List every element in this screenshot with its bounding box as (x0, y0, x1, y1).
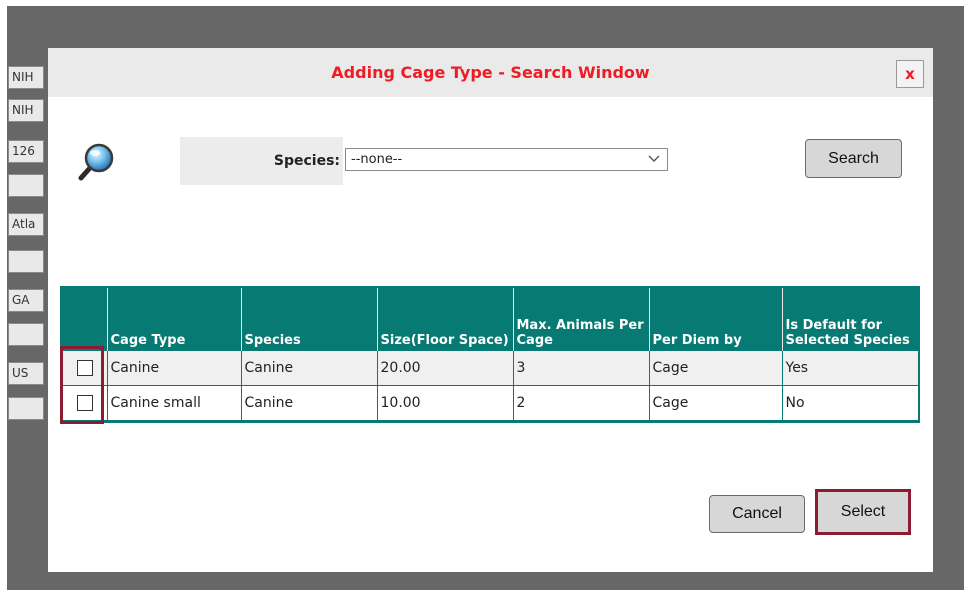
background-field-6 (8, 250, 44, 273)
background-field-4 (8, 174, 44, 197)
background-field-5: Atla (8, 213, 44, 236)
background-field-1: NIH (8, 66, 44, 89)
species-select[interactable]: --none-- (345, 148, 668, 171)
search-button[interactable]: Search (805, 139, 902, 178)
table-header-row: Cage Type Species Size(Floor Space) Max.… (62, 288, 918, 351)
species-select-value: --none-- (351, 152, 403, 167)
cell-size: 20.00 (377, 351, 514, 386)
background-field-8 (8, 323, 44, 346)
cell-is-default: No (782, 385, 918, 421)
background-field-2: NIH (8, 99, 44, 122)
cage-type-table: Cage Type Species Size(Floor Space) Max.… (60, 286, 920, 423)
chevron-down-icon (648, 155, 660, 162)
select-button[interactable]: Select (815, 489, 911, 535)
header-species: Species (241, 288, 378, 351)
dialog-titlebar: Adding Cage Type - Search Window x (48, 48, 933, 97)
cancel-button[interactable]: Cancel (709, 495, 805, 533)
row-checkbox[interactable] (77, 395, 93, 411)
row-checkbox-cell (62, 351, 108, 386)
cell-species: Canine (241, 351, 378, 386)
background-field-10 (8, 397, 44, 420)
row-checkbox[interactable] (77, 360, 93, 376)
cage-type-search-dialog: Adding Cage Type - Search Window x Speci… (48, 48, 933, 572)
species-label: Species: (273, 153, 340, 169)
background-field-3: 126 (8, 140, 44, 163)
cell-is-default: Yes (782, 351, 918, 386)
magnifier-icon (78, 143, 114, 181)
cell-max-animals: 3 (513, 351, 650, 386)
header-cage-type: Cage Type (107, 288, 242, 351)
species-filter-panel: Species: (180, 137, 343, 185)
cell-size: 10.00 (377, 385, 514, 421)
table-row[interactable]: Canine small Canine 10.00 2 Cage No (62, 385, 918, 421)
cell-species: Canine (241, 385, 378, 421)
row-checkbox-cell (62, 385, 108, 421)
cell-cage-type: Canine small (107, 385, 242, 421)
background-field-9: US (8, 362, 44, 385)
header-is-default: Is Default for Selected Species (782, 288, 918, 351)
cell-cage-type: Canine (107, 351, 242, 386)
header-max-animals: Max. Animals Per Cage (513, 288, 650, 351)
close-button[interactable]: x (896, 60, 924, 88)
header-per-diem: Per Diem by (649, 288, 783, 351)
dialog-title: Adding Cage Type - Search Window (331, 63, 650, 82)
cell-per-diem: Cage (649, 351, 783, 386)
background-field-7: GA (8, 289, 44, 312)
cell-per-diem: Cage (649, 385, 783, 421)
header-select (62, 288, 108, 351)
header-size: Size(Floor Space) (377, 288, 514, 351)
cell-max-animals: 2 (513, 385, 650, 421)
table-row[interactable]: Canine Canine 20.00 3 Cage Yes (62, 351, 918, 386)
